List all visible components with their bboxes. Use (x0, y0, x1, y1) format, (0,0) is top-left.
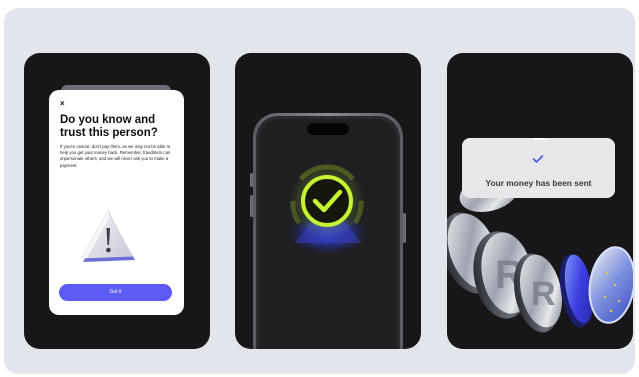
close-icon[interactable]: × (60, 100, 65, 108)
warning-triangle-icon (79, 208, 139, 266)
checkmark-circle-icon (301, 175, 353, 227)
phone-illustration (250, 113, 406, 349)
success-phone-panel (235, 53, 421, 349)
coins-illustration: R R (447, 173, 633, 333)
notification-message: Your money has been sent (485, 178, 592, 188)
dialog-title: Do you know and trust this person? (60, 114, 158, 139)
dialog-body-text: If you're unsure, don't pay them, as we … (60, 144, 171, 168)
warning-screen-panel: × Do you know and trust this person? If … (24, 53, 210, 349)
got-it-button[interactable]: Got it (59, 284, 172, 301)
notification-handle (533, 138, 545, 140)
checkmark-icon (532, 155, 544, 163)
warning-dialog: × Do you know and trust this person? If … (49, 90, 184, 315)
svg-text:R: R (531, 275, 556, 313)
payment-sent-panel: R R Your money has been sent (447, 53, 633, 349)
payment-sent-notification: Your money has been sent (462, 138, 615, 198)
showcase-frame: × Do you know and trust this person? If … (4, 8, 635, 374)
